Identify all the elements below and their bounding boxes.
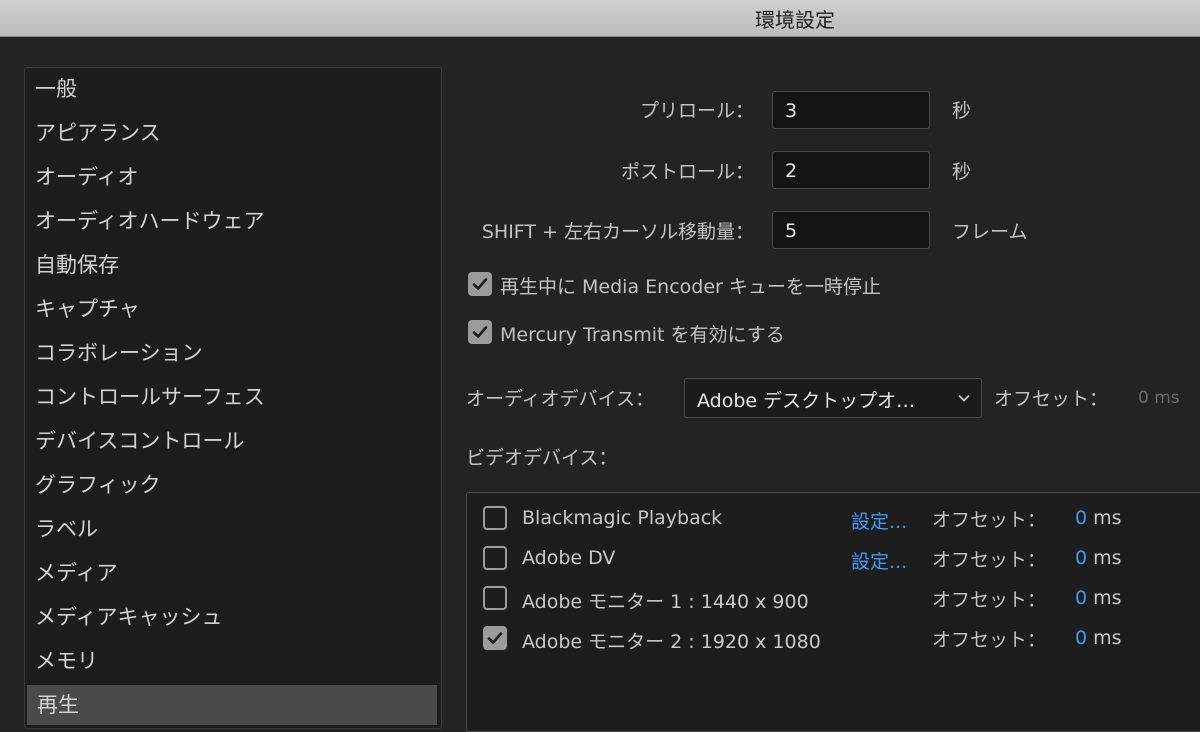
- sidebar-item-appearance[interactable]: アピアランス: [25, 113, 437, 153]
- video-device-checkbox[interactable]: [483, 546, 507, 570]
- window-title: 環境設定: [755, 8, 835, 32]
- video-device-settings-link[interactable]: 設定...: [851, 507, 907, 534]
- chevron-down-icon: [958, 394, 970, 402]
- sidebar-item-memory[interactable]: メモリ: [25, 641, 437, 681]
- video-offset-value[interactable]: 0 ms: [1075, 587, 1122, 609]
- audio-offset-value: 0 ms: [1138, 388, 1180, 408]
- shift-step-label: SHIFT + 左右カーソル移動量：: [481, 221, 754, 243]
- sidebar-item-capture[interactable]: キャプチャ: [25, 289, 437, 329]
- video-device-checkbox[interactable]: [483, 506, 507, 530]
- postroll-input[interactable]: 2: [772, 151, 930, 189]
- sidebar-item-media[interactable]: メディア: [25, 553, 437, 593]
- video-offset-value[interactable]: 0 ms: [1075, 627, 1122, 649]
- sidebar-item-auto-save[interactable]: 自動保存: [25, 245, 437, 285]
- pause-media-encoder-label: 再生中に Media Encoder キューを一時停止: [500, 276, 881, 298]
- audio-offset-label: オフセット：: [994, 388, 1109, 410]
- video-device-settings-link[interactable]: 設定...: [851, 547, 907, 574]
- video-device-name: Adobe DV: [522, 547, 616, 569]
- audio-device-value: Adobe デスクトップオ…: [697, 390, 916, 412]
- video-device-name: Adobe モニター 2 : 1920 x 1080: [522, 631, 821, 653]
- video-offset-label: オフセット：: [932, 509, 1047, 531]
- preroll-unit: 秒: [952, 100, 972, 122]
- video-offset-label: オフセット：: [932, 589, 1047, 611]
- audio-device-select[interactable]: Adobe デスクトップオ…: [684, 378, 982, 418]
- sidebar-item-graphics[interactable]: グラフィック: [25, 465, 437, 505]
- mercury-transmit-checkbox[interactable]: [468, 320, 492, 344]
- postroll-label: ポストロール：: [620, 161, 754, 183]
- preroll-input[interactable]: 3: [772, 91, 930, 129]
- video-offset-value[interactable]: 0 ms: [1075, 507, 1122, 529]
- checkmark-icon: [472, 278, 488, 290]
- video-device-name: Adobe モニター 1 : 1440 x 900: [522, 591, 809, 613]
- video-offset-label: オフセット：: [932, 629, 1047, 651]
- sidebar-item-collaboration[interactable]: コラボレーション: [25, 333, 437, 373]
- sidebar-item-labels[interactable]: ラベル: [25, 509, 437, 549]
- checkmark-icon: [472, 326, 488, 338]
- video-offset-value[interactable]: 0 ms: [1075, 547, 1122, 569]
- sidebar-item-general[interactable]: 一般: [25, 69, 437, 109]
- sidebar-item-media-cache[interactable]: メディアキャッシュ: [25, 597, 437, 637]
- shift-step-unit: フレーム: [952, 221, 1028, 243]
- postroll-unit: 秒: [952, 161, 972, 183]
- sidebar-item-playback[interactable]: 再生: [27, 685, 437, 725]
- sidebar-item-control-surface[interactable]: コントロールサーフェス: [25, 377, 437, 417]
- video-offset-label: オフセット：: [932, 549, 1047, 571]
- shift-step-input[interactable]: 5: [772, 211, 930, 249]
- video-device-list: Blackmagic Playback 設定... オフセット： 0 ms Ad…: [466, 492, 1200, 732]
- checkmark-icon: [487, 632, 503, 644]
- sidebar-item-device-control[interactable]: デバイスコントロール: [25, 421, 437, 461]
- preferences-sidebar: 一般 アピアランス オーディオ オーディオハードウェア 自動保存 キャプチャ コ…: [24, 67, 442, 729]
- video-devices-label: ビデオデバイス：: [466, 447, 618, 469]
- sidebar-item-audio[interactable]: オーディオ: [25, 157, 437, 197]
- pause-media-encoder-checkbox[interactable]: [468, 272, 492, 296]
- audio-device-label: オーディオデバイス：: [466, 388, 655, 410]
- preroll-label: プリロール：: [639, 100, 754, 122]
- video-device-checkbox[interactable]: [483, 586, 507, 610]
- video-device-checkbox[interactable]: [483, 626, 507, 650]
- video-device-name: Blackmagic Playback: [522, 507, 723, 529]
- sidebar-item-audio-hardware[interactable]: オーディオハードウェア: [25, 201, 437, 241]
- mercury-transmit-label: Mercury Transmit を有効にする: [500, 324, 785, 346]
- window-titlebar: 環境設定: [0, 0, 1200, 37]
